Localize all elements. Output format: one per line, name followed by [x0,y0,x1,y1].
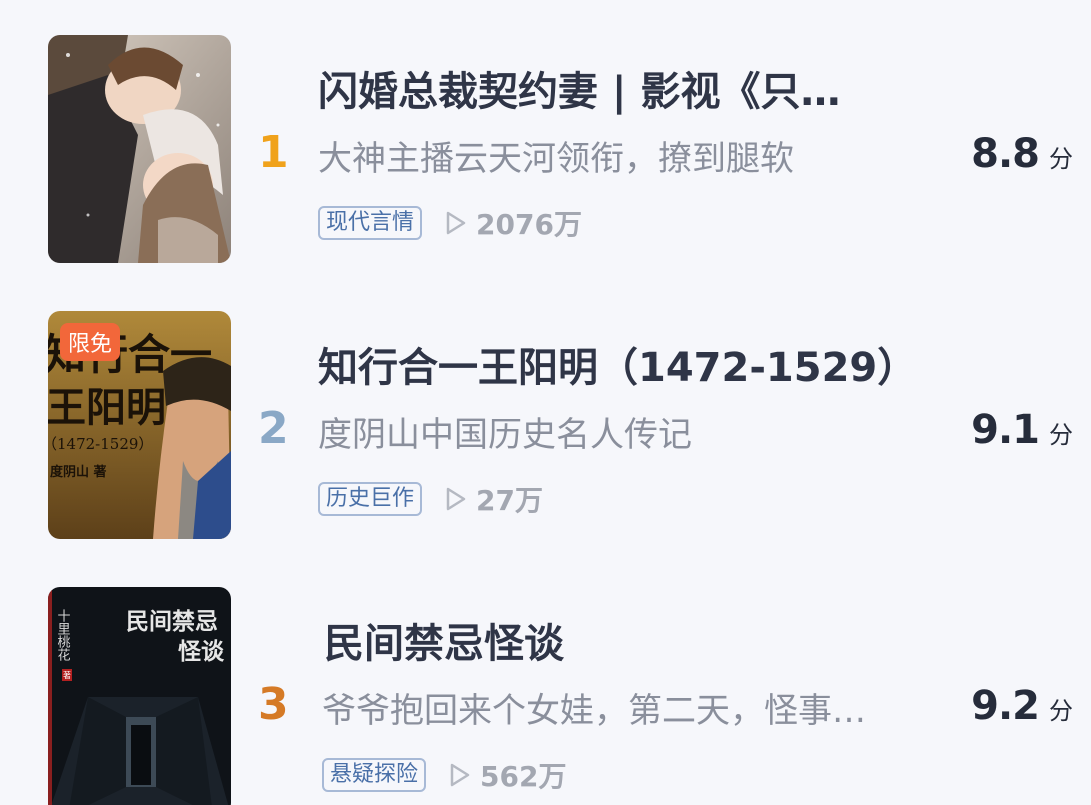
book-meta: 悬疑探险 562万 [322,757,566,793]
rating: 9.1 分 [971,407,1073,453]
rank-number: 2 [258,403,289,454]
rating-value: 9.2 [971,683,1040,729]
cover-title-2: 王阳明 [48,384,166,431]
rating-unit: 分 [1049,697,1073,725]
rank-number: 1 [258,127,289,178]
genre-tag[interactable]: 历史巨作 [318,482,423,516]
cover-author: 度阴山 著 [50,464,107,480]
play-count: 562万 [480,760,567,793]
cover-art-couple [48,35,231,263]
book-title[interactable]: 知行合一王阳明（1472-1529） [318,335,938,393]
cover-seal: 著 [63,670,71,680]
book-cover-2[interactable]: 知行合一 王阳明 （1472-1529） 度阴山 著 限免 [48,311,231,539]
book-item-2[interactable]: 知行合一 王阳明 （1472-1529） 度阴山 著 限免 2 知行合一王阳明（… [0,311,1091,551]
cover-title-1: 民间禁忌 [126,608,218,635]
book-item-1[interactable]: 1 闪婚总裁契约妻 | 影视《只… 大神主播云天河领衔，撩到腿软 现代言情 20… [0,35,1091,275]
book-title[interactable]: 闪婚总裁契约妻 | 影视《只… [318,59,938,117]
book-description: 度阴山中国历史名人传记 [318,415,692,455]
play-count-icon [446,211,466,235]
book-item-3[interactable]: 民间禁忌 怪谈 十里桃花 著 3 民间禁忌怪谈 爷爷抱回来个女娃，第二天，怪事…… [0,587,1091,805]
cover-author: 十里桃花 [55,609,71,662]
book-description: 大神主播云天河领衔，撩到腿软 [318,139,794,179]
book-cover-3[interactable]: 民间禁忌 怪谈 十里桃花 著 [48,587,231,805]
play-count-icon [446,487,466,511]
rating: 9.2 分 [971,683,1073,729]
cover-art-corridor: 民间禁忌 怪谈 十里桃花 著 [48,587,231,805]
rating-value: 9.1 [971,407,1040,453]
genre-tag[interactable]: 现代言情 [318,206,423,240]
book-meta: 现代言情 2076万 [318,205,582,241]
rating-unit: 分 [1049,145,1073,173]
genre-tag[interactable]: 悬疑探险 [322,758,427,792]
rating-unit: 分 [1049,421,1073,449]
rating-value: 8.8 [971,131,1040,177]
play-count-icon [450,763,470,787]
book-title[interactable]: 民间禁忌怪谈 [324,611,944,669]
cover-years: （1472-1529） [48,435,153,453]
free-badge: 限免 [60,323,121,361]
ranking-list: 1 闪婚总裁契约妻 | 影视《只… 大神主播云天河领衔，撩到腿软 现代言情 20… [0,0,1091,805]
cover-title-2: 怪谈 [178,638,225,665]
rank-number: 3 [258,679,289,730]
book-meta: 历史巨作 27万 [318,481,543,517]
book-cover-1[interactable] [48,35,231,263]
play-count: 27万 [476,484,543,517]
play-count: 2076万 [476,208,582,241]
rating: 8.8 分 [971,131,1073,177]
book-description: 爷爷抱回来个女娃，第二天，怪事… [322,691,866,731]
